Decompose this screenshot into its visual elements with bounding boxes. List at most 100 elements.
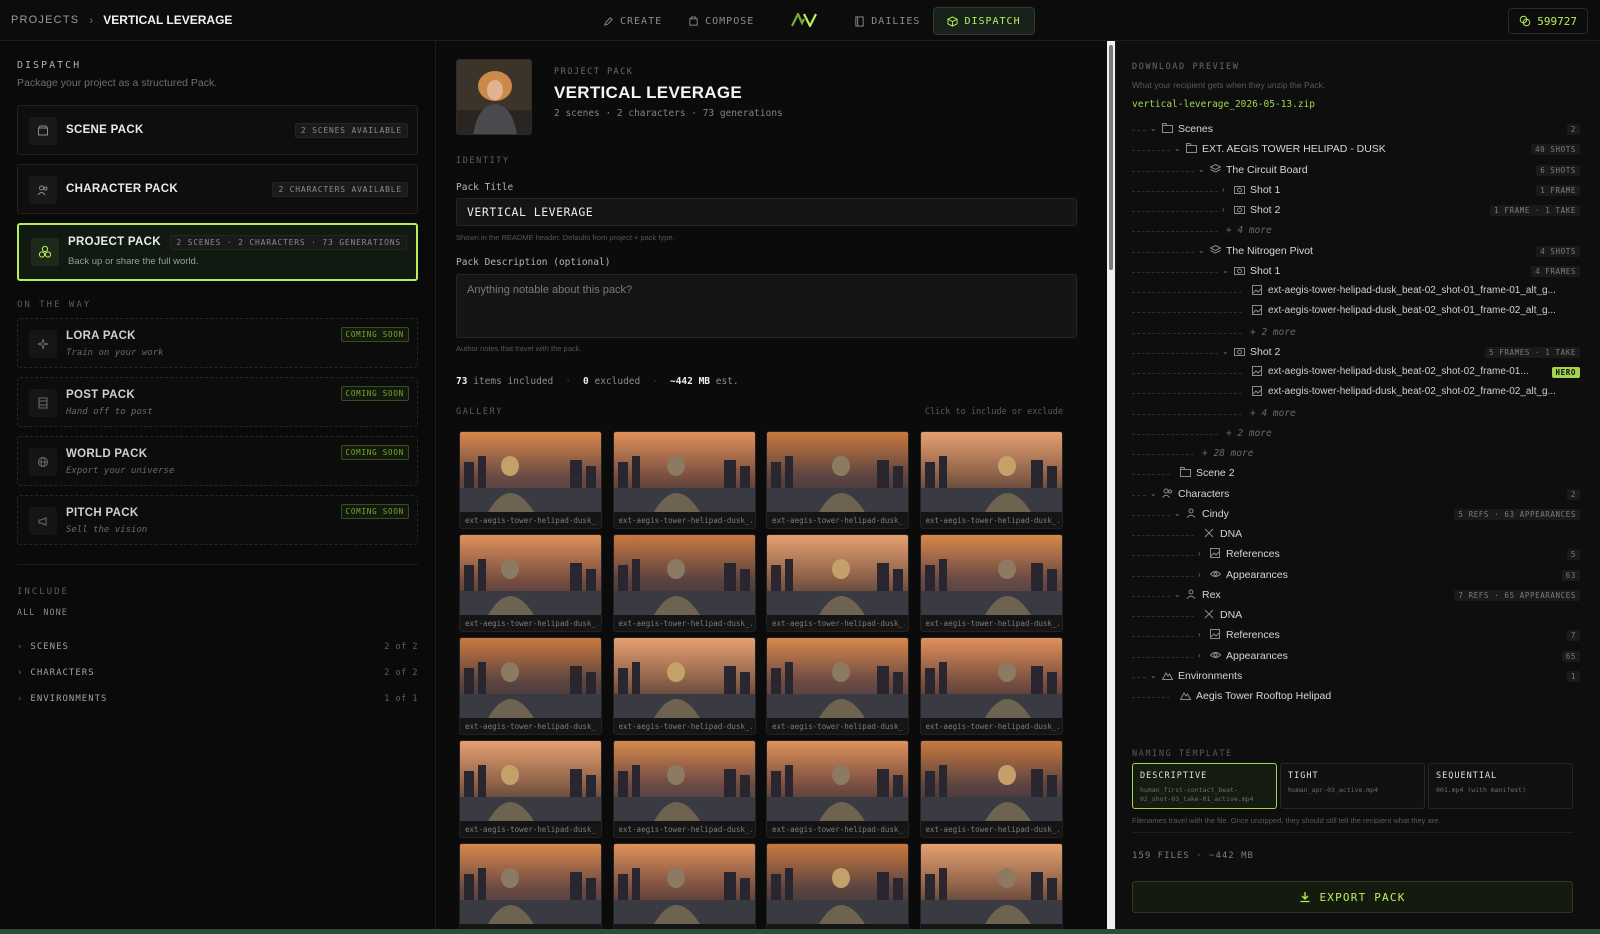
pack-description: Sell the vision: [66, 525, 148, 535]
tree-row[interactable]: ⌄ The Circuit Board 6 SHOTS: [1132, 161, 1580, 181]
tree-row[interactable]: › Appearances 65: [1132, 647, 1580, 667]
tree-row[interactable]: ⌄ Shot 1 4 FRAMES: [1132, 262, 1580, 282]
naming-option-name: DESCRIPTIVE: [1140, 771, 1208, 781]
tree-row: DNA: [1132, 525, 1580, 545]
naming-option-sequential[interactable]: SEQUENTIAL 001.mp4 (with manifest): [1428, 763, 1573, 809]
gallery-item[interactable]: ext-aegis-tower-helipad-dusk_...: [919, 740, 1063, 838]
gallery-item[interactable]: ext-aegis-tower-helipad-dusk_...: [459, 534, 602, 632]
chevron-right-icon[interactable]: ›: [1198, 570, 1201, 579]
pack-title-input[interactable]: VERTICAL LEVERAGE: [456, 198, 1077, 226]
gallery-item[interactable]: ext-aegis-tower-helipad-dusk_...: [919, 431, 1063, 529]
tree-more-link[interactable]: + 2 more: [1226, 428, 1272, 439]
gallery-item[interactable]: ext-aegis-tower-helipad-dusk_...: [612, 534, 756, 632]
tree-row[interactable]: ⌄ Environments 1: [1132, 667, 1580, 687]
chevron-down-icon[interactable]: ⌄: [1222, 266, 1229, 275]
tree-more-link[interactable]: + 28 more: [1202, 448, 1253, 459]
tab-dailies[interactable]: DAILIES: [841, 7, 933, 35]
gallery-item[interactable]: ext-aegis-tower-helipad-dusk_...: [612, 431, 756, 529]
tree-count-badge: 1 FRAME · 1 TAKE: [1490, 205, 1580, 216]
tree-row[interactable]: ⌄ Rex 7 REFS · 65 APPEARANCES: [1132, 586, 1580, 606]
gallery-item-caption: ext-aegis-tower-helipad-dusk_...: [465, 619, 598, 628]
gallery-item[interactable]: ext-aegis-tower-helipad-dusk_...: [919, 534, 1063, 632]
gallery-item-caption: ext-aegis-tower-helipad-dusk_...: [772, 722, 905, 731]
gallery-item[interactable]: ext-aegis-tower-helipad-dusk_...: [766, 637, 909, 735]
chevron-down-icon[interactable]: ⌄: [1150, 489, 1157, 498]
chevron-right-icon[interactable]: ›: [1198, 630, 1201, 639]
tree-row: + 28 more: [1132, 444, 1580, 464]
gallery-item[interactable]: ext-aegis-tower-helipad-dusk_...: [459, 740, 602, 838]
chevron-down-icon[interactable]: ⌄: [1174, 144, 1181, 153]
chevron-right-icon[interactable]: ›: [1198, 651, 1201, 660]
tree-row[interactable]: ⌄ Shot 2 5 FRAMES · 1 TAKE: [1132, 343, 1580, 363]
download-preview-subtitle: What your recipient gets when they unzip…: [1132, 80, 1326, 90]
pack-description-textarea[interactable]: Anything notable about this pack?: [456, 274, 1077, 338]
pack-name: POST PACK: [66, 389, 135, 401]
gallery-item[interactable]: ext-aegis-tower-helipad-dusk_...: [766, 740, 909, 838]
pack-option-character[interactable]: CHARACTER PACK 2 CHARACTERS AVAILABLE: [17, 164, 418, 214]
tree-more-link[interactable]: + 2 more: [1250, 327, 1296, 338]
pack-availability-badge: 2 SCENES · 2 CHARACTERS · 73 GENERATIONS: [170, 235, 407, 250]
gallery-item[interactable]: ext-aegis-tower-helipad-dusk_...: [612, 843, 756, 929]
pack-option-scene[interactable]: SCENE PACK 2 SCENES AVAILABLE: [17, 105, 418, 155]
chevron-down-icon[interactable]: ⌄: [1150, 671, 1157, 680]
tree-row[interactable]: ⌄ Characters 2: [1132, 485, 1580, 505]
include-all-link[interactable]: ALL: [17, 608, 35, 618]
tree-count-badge: 5 REFS · 63 APPEARANCES: [1454, 508, 1580, 520]
export-pack-button[interactable]: EXPORT PACK: [1132, 881, 1573, 913]
gallery-item[interactable]: ext-aegis-tower-helipad-dusk_...: [459, 637, 602, 735]
chevron-down-icon[interactable]: ⌄: [1150, 124, 1157, 133]
gallery-item[interactable]: ext-aegis-tower-helipad-dusk_...: [459, 431, 602, 529]
tree-label: ext-aegis-tower-helipad-dusk_beat-02_sho…: [1268, 285, 1556, 296]
gallery-item[interactable]: ext-aegis-tower-helipad-dusk_...: [766, 843, 909, 929]
gallery-item[interactable]: ext-aegis-tower-helipad-dusk_...: [612, 637, 756, 735]
gallery-item[interactable]: ext-aegis-tower-helipad-dusk_...: [766, 534, 909, 632]
chevron-right-icon[interactable]: ›: [1222, 205, 1225, 214]
pack-description: Hand off to post: [66, 407, 153, 417]
tree-row[interactable]: ⌄ The Nitrogen Pivot 4 SHOTS: [1132, 242, 1580, 262]
app-logo[interactable]: [785, 10, 823, 31]
include-row-environments[interactable]: › ENVIRONMENTS 1 of 1: [17, 686, 418, 712]
tree-label: DNA: [1220, 528, 1243, 540]
gallery-item[interactable]: ext-aegis-tower-helipad-dusk_...: [919, 637, 1063, 735]
tree-row[interactable]: › Shot 2 1 FRAME · 1 TAKE: [1132, 201, 1580, 221]
tree-row[interactable]: ⌄ EXT. AEGIS TOWER HELIPAD - DUSK 40 SHOTS: [1132, 140, 1580, 160]
include-row-characters[interactable]: › CHARACTERS 2 of 2: [17, 660, 418, 686]
tab-compose[interactable]: COMPOSE: [675, 7, 767, 35]
chevron-right-icon[interactable]: ›: [1222, 185, 1225, 194]
tree-row[interactable]: ⌄ Scenes 2: [1132, 120, 1580, 140]
tab-create[interactable]: CREATE: [590, 7, 675, 35]
chevron-down-icon[interactable]: ⌄: [1174, 590, 1181, 599]
naming-option-descriptive[interactable]: DESCRIPTIVE human_first-contact_beat-02_…: [1132, 763, 1277, 809]
chevron-down-icon[interactable]: ⌄: [1222, 347, 1229, 356]
gallery-thumbnail: [460, 638, 601, 718]
tree-row[interactable]: › References 5: [1132, 545, 1580, 565]
tree-row[interactable]: › Appearances 63: [1132, 566, 1580, 586]
breadcrumb-projects[interactable]: PROJECTS: [11, 14, 79, 26]
gallery-item[interactable]: ext-aegis-tower-helipad-dusk_...: [766, 431, 909, 529]
naming-option-tight[interactable]: TIGHT human_apr-03_active.mp4: [1280, 763, 1425, 809]
chevron-down-icon[interactable]: ⌄: [1198, 246, 1205, 255]
chevron-right-icon[interactable]: ›: [1198, 549, 1201, 558]
gallery-item[interactable]: ext-aegis-tower-helipad-dusk_...: [612, 740, 756, 838]
tab-dispatch[interactable]: DISPATCH: [933, 7, 1035, 35]
pack-option-project[interactable]: PROJECT PACK Back up or share the full w…: [17, 223, 418, 281]
tree-guide: [1132, 697, 1170, 698]
chevron-down-icon[interactable]: ⌄: [1198, 165, 1205, 174]
tree-more-link[interactable]: + 4 more: [1226, 225, 1272, 236]
naming-option-example: human_first-contact_beat-02_shot-03_take…: [1140, 786, 1254, 803]
gallery-item-caption: ext-aegis-tower-helipad-dusk_...: [925, 722, 1059, 731]
tree-more-link[interactable]: + 4 more: [1250, 408, 1296, 419]
tree-guide: [1132, 535, 1194, 536]
center-scrollbar-thumb[interactable]: [1109, 45, 1113, 270]
gallery-item[interactable]: ext-aegis-tower-helipad-dusk_...: [919, 843, 1063, 929]
tree-row[interactable]: ⌄ Cindy 5 REFS · 63 APPEARANCES: [1132, 505, 1580, 525]
gallery-item[interactable]: ext-aegis-tower-helipad-dusk_...: [459, 843, 602, 929]
tree-row[interactable]: › Shot 1 1 FRAME: [1132, 181, 1580, 201]
tree-label: Rex: [1202, 588, 1221, 601]
credits-balance[interactable]: 599727: [1508, 8, 1588, 34]
include-none-link[interactable]: NONE: [43, 608, 67, 618]
include-row-count: 2 of 2: [384, 668, 418, 678]
include-row-scenes[interactable]: › SCENES 2 of 2: [17, 634, 418, 660]
chevron-down-icon[interactable]: ⌄: [1174, 509, 1181, 518]
tree-row[interactable]: › References 7: [1132, 626, 1580, 646]
